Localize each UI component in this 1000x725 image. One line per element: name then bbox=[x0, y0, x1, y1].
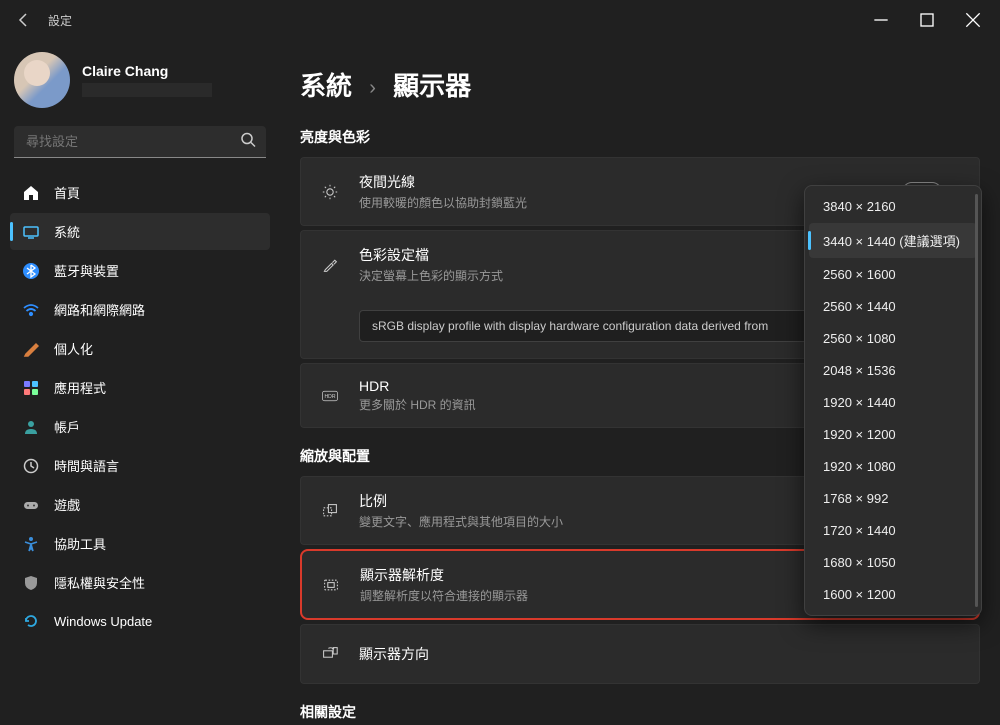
shield-icon bbox=[22, 574, 40, 592]
sidebar-item-home[interactable]: 首頁 bbox=[10, 174, 270, 211]
scale-icon bbox=[317, 503, 343, 519]
maximize-button[interactable] bbox=[904, 4, 950, 36]
gamepad-icon bbox=[22, 496, 40, 514]
card-title: 顯示器方向 bbox=[359, 644, 963, 664]
card-desc: 使用較暖的顏色以協助封鎖藍光 bbox=[359, 194, 852, 211]
sidebar-item-label: 帳戶 bbox=[54, 417, 80, 436]
sidebar-item-privacy[interactable]: 隱私權與安全性 bbox=[10, 564, 270, 601]
sidebar-item-label: 時間與語言 bbox=[54, 456, 119, 475]
sidebar-item-label: 協助工具 bbox=[54, 534, 106, 553]
sidebar-item-label: Windows Update bbox=[54, 614, 152, 629]
resolution-option[interactable]: 2560 × 1080 bbox=[809, 323, 977, 354]
sidebar-item-time[interactable]: 時間與語言 bbox=[10, 447, 270, 484]
card-title: 夜間光線 bbox=[359, 172, 852, 192]
orientation-icon bbox=[317, 646, 343, 662]
avatar bbox=[14, 52, 70, 108]
resolution-dropdown[interactable]: 3840 × 21603440 × 1440 (建議選項)2560 × 1600… bbox=[804, 185, 982, 616]
resolution-option[interactable]: 2560 × 1440 bbox=[809, 291, 977, 322]
sidebar-item-accounts[interactable]: 帳戶 bbox=[10, 408, 270, 445]
section-brightness: 亮度與色彩 bbox=[300, 127, 980, 147]
update-icon bbox=[22, 612, 40, 630]
close-button[interactable] bbox=[950, 4, 996, 36]
resolution-option[interactable]: 1768 × 992 bbox=[809, 483, 977, 514]
breadcrumb-leaf: 顯示器 bbox=[393, 71, 471, 101]
bluetooth-icon bbox=[22, 262, 40, 280]
search bbox=[14, 126, 266, 158]
hdr-icon: HDR bbox=[317, 388, 343, 404]
system-icon bbox=[22, 223, 40, 241]
profile-email bbox=[82, 83, 212, 97]
svg-text:HDR: HDR bbox=[324, 394, 335, 400]
resolution-option[interactable]: 1920 × 1080 bbox=[809, 451, 977, 482]
sidebar-item-label: 系統 bbox=[54, 222, 80, 241]
sidebar-item-update[interactable]: Windows Update bbox=[10, 603, 270, 639]
breadcrumb-root[interactable]: 系統 bbox=[300, 71, 352, 101]
sidebar-item-label: 個人化 bbox=[54, 339, 93, 358]
resolution-option[interactable]: 1680 × 1050 bbox=[809, 547, 977, 578]
brush-icon bbox=[22, 340, 40, 358]
profile[interactable]: Claire Chang bbox=[14, 52, 266, 108]
sidebar: Claire Chang 首頁 系統 藍牙與裝置 網路和網際網路 個人化 bbox=[0, 40, 280, 725]
main-content: 系統 › 顯示器 亮度與色彩 夜間光線 使用較暖的顏色以協助封鎖藍光 關閉 › bbox=[280, 40, 1000, 725]
resolution-option[interactable]: 1920 × 1440 bbox=[809, 387, 977, 418]
person-icon bbox=[22, 418, 40, 436]
resolution-option[interactable]: 2560 × 1600 bbox=[809, 259, 977, 290]
clock-icon bbox=[22, 457, 40, 475]
accessibility-icon bbox=[22, 535, 40, 553]
sidebar-item-bluetooth[interactable]: 藍牙與裝置 bbox=[10, 252, 270, 289]
sidebar-item-apps[interactable]: 應用程式 bbox=[10, 369, 270, 406]
eyedropper-icon bbox=[317, 257, 343, 273]
sidebar-item-gaming[interactable]: 遊戲 bbox=[10, 486, 270, 523]
resolution-option[interactable]: 1920 × 1200 bbox=[809, 419, 977, 450]
breadcrumb: 系統 › 顯示器 bbox=[300, 66, 980, 103]
sidebar-item-label: 首頁 bbox=[54, 183, 80, 202]
search-input[interactable] bbox=[14, 126, 266, 158]
resolution-option[interactable]: 3440 × 1440 (建議選項) bbox=[809, 223, 977, 258]
minimize-button[interactable] bbox=[858, 4, 904, 36]
chevron-right-icon: › bbox=[369, 77, 376, 99]
resolution-option[interactable]: 3840 × 2160 bbox=[809, 191, 977, 222]
sidebar-item-system[interactable]: 系統 bbox=[10, 213, 270, 250]
wifi-icon bbox=[22, 301, 40, 319]
sun-icon bbox=[317, 184, 343, 200]
scrollbar[interactable] bbox=[975, 194, 978, 607]
window-controls bbox=[858, 4, 996, 36]
sidebar-item-label: 隱私權與安全性 bbox=[54, 573, 145, 592]
sidebar-item-label: 遊戲 bbox=[54, 495, 80, 514]
window-title: 設定 bbox=[44, 12, 72, 29]
sidebar-item-personalize[interactable]: 個人化 bbox=[10, 330, 270, 367]
sidebar-item-label: 應用程式 bbox=[54, 378, 106, 397]
titlebar: 設定 bbox=[0, 0, 1000, 40]
apps-icon bbox=[22, 379, 40, 397]
back-button[interactable] bbox=[4, 12, 44, 28]
card-orientation[interactable]: 顯示器方向 bbox=[300, 624, 980, 684]
section-related: 相關設定 bbox=[300, 702, 980, 722]
resolution-option[interactable]: 1600 × 1200 bbox=[809, 579, 977, 610]
home-icon bbox=[22, 184, 40, 202]
resolution-option[interactable]: 1720 × 1440 bbox=[809, 515, 977, 546]
search-icon bbox=[240, 132, 256, 153]
sidebar-item-label: 網路和網際網路 bbox=[54, 300, 145, 319]
resolution-icon bbox=[318, 577, 344, 593]
resolution-option[interactable]: 2048 × 1536 bbox=[809, 355, 977, 386]
profile-name: Claire Chang bbox=[82, 63, 212, 79]
sidebar-item-label: 藍牙與裝置 bbox=[54, 261, 119, 280]
sidebar-item-accessibility[interactable]: 協助工具 bbox=[10, 525, 270, 562]
sidebar-item-network[interactable]: 網路和網際網路 bbox=[10, 291, 270, 328]
